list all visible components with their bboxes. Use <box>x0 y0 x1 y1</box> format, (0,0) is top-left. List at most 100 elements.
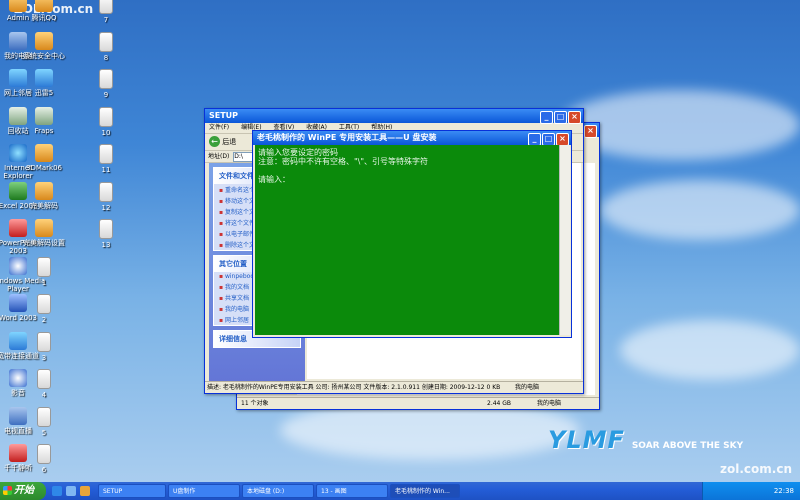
desktop-icon[interactable]: 系统安全中心 <box>16 31 72 60</box>
desktop-icon-label: 2 <box>41 316 47 324</box>
address-label: 地址(D) <box>208 153 230 160</box>
document-icon <box>37 331 51 352</box>
desktop-icon[interactable]: 6 <box>16 444 72 474</box>
maximize-icon[interactable]: □ <box>554 111 567 124</box>
status-location: 我的电脑 <box>537 400 562 407</box>
desktop-icon[interactable]: 3DMark06 <box>16 144 72 172</box>
desktop-icon[interactable]: 完美解码设置 <box>16 219 72 247</box>
desktop-icon-label: 4 <box>41 391 47 399</box>
desktop-icon[interactable]: 2 <box>16 294 72 324</box>
desktop-quicklaunch-icon[interactable] <box>66 486 76 496</box>
desktop-icon[interactable]: Fraps <box>16 106 72 135</box>
desktop-icon-label: 迅雷5 <box>34 89 54 97</box>
explorer-titlebar[interactable]: SETUP _ □ × <box>205 109 583 124</box>
clock[interactable]: 22:38 <box>774 487 794 495</box>
player-icon <box>35 181 53 200</box>
shield-icon <box>35 31 53 50</box>
window-title: SETUP <box>209 111 239 120</box>
ylmf-logo: YLMF SOAR ABOVE THE SKY <box>548 426 743 454</box>
console-prompt: 请输入： <box>258 175 290 184</box>
document-icon <box>37 369 51 389</box>
file-description: 描述: 老毛桃制作的WinPE专用安装工具 公司: 扬州某公司 文件版本: 2.… <box>207 384 501 391</box>
close-icon[interactable]: × <box>584 125 597 138</box>
desktop-icon[interactable]: 9 <box>78 69 134 99</box>
desktop-icon-label: 8 <box>103 53 109 62</box>
desktop-icon-label: 13 <box>101 241 111 249</box>
desktop-icon-label: 5 <box>41 428 47 437</box>
media-quicklaunch-icon[interactable] <box>80 486 90 496</box>
desktop-icon[interactable]: 1 <box>16 256 72 287</box>
settings-icon <box>35 219 53 237</box>
close-icon[interactable]: × <box>568 111 581 124</box>
desktop: ZOL.com.cn Admin 腾讯QQ 7 我的电脑 系统安全中心 8 网上邻居 迅雷5 9… <box>0 0 800 482</box>
document-icon <box>99 219 113 239</box>
desktop-icon[interactable]: 3 <box>16 331 72 362</box>
desktop-icon-label: 3DMark06 <box>25 164 62 172</box>
desktop-icon-label: 11 <box>101 166 111 174</box>
fraps-icon <box>35 106 53 125</box>
desktop-icon-label: 9 <box>103 91 109 99</box>
desktop-icon-label: 7 <box>103 16 109 24</box>
explorer-statusbar: 描述: 老毛桃制作的WinPE专用安装工具 公司: 扬州某公司 文件版本: 2.… <box>205 381 583 393</box>
desktop-icon[interactable]: 4 <box>16 369 72 399</box>
start-button[interactable]: 开始 <box>0 482 46 500</box>
desktop-icon-label: 3 <box>41 353 47 362</box>
desktop-icon[interactable]: 完美解码 <box>16 181 72 210</box>
minimize-icon[interactable]: _ <box>540 111 553 124</box>
desktop-icon-label: 系统安全中心 <box>23 51 65 60</box>
console-window[interactable]: 老毛桃制作的 WinPE 专用安装工具——U 盘安装 _ □ × 请输入您要设定的密… <box>252 130 572 338</box>
system-tray: 22:38 <box>702 482 800 500</box>
document-icon <box>99 0 113 14</box>
document-icon <box>37 294 51 314</box>
disk-size: 2.44 GB <box>487 400 512 407</box>
document-icon <box>99 181 113 202</box>
document-icon <box>99 144 113 164</box>
task-local-disk[interactable]: 本地磁盘 (D:) <box>242 484 314 498</box>
desktop-icon[interactable]: 10 <box>78 106 134 137</box>
desktop-icon[interactable]: 12 <box>78 181 134 212</box>
task-paint[interactable]: 13 - 画图 <box>316 484 388 498</box>
document-icon <box>99 31 113 52</box>
desktop-icon[interactable]: 5 <box>16 406 72 437</box>
console-scrollbar[interactable] <box>559 145 570 335</box>
task-console[interactable]: 老毛桃制作的 Win... <box>390 484 460 498</box>
3dmark-icon <box>35 144 53 162</box>
desktop-icon[interactable]: 13 <box>78 219 134 249</box>
console-title: 老毛桃制作的 WinPE 专用安装工具——U 盘安装 <box>257 133 437 142</box>
desktop-icon-label: Fraps <box>34 126 54 135</box>
logo-text: YLMF <box>548 426 625 454</box>
desktop-icon-label: 6 <box>41 466 47 474</box>
task-setup[interactable]: SETUP <box>98 484 166 498</box>
document-icon <box>37 406 51 427</box>
console-titlebar[interactable]: 老毛桃制作的 WinPE 专用安装工具——U 盘安装 _ □ × <box>253 131 571 146</box>
desktop-icon-label: 完美解码设置 <box>23 239 65 247</box>
document-icon <box>99 106 113 127</box>
back-button[interactable]: ← 后退 <box>209 136 236 148</box>
desktop-icon[interactable]: 8 <box>78 31 134 62</box>
console-line: 请输入您要设定的密码 <box>258 148 338 157</box>
console-line: 注意：密码中不许有空格、"\"、引号等特殊字符 <box>258 157 429 166</box>
desktop-icon[interactable]: 迅雷5 <box>16 69 72 97</box>
object-count: 11 个对象 <box>241 400 269 407</box>
document-icon <box>99 69 113 89</box>
status-location: 我的电脑 <box>515 384 540 391</box>
menu-file[interactable]: 文件(F) <box>209 124 229 131</box>
ie-quicklaunch-icon[interactable] <box>52 486 62 496</box>
desktop-icon[interactable]: 11 <box>78 144 134 174</box>
back-label: 后退 <box>222 138 237 146</box>
document-icon <box>37 256 51 277</box>
desktop-icon[interactable]: 7 <box>78 0 134 24</box>
document-icon <box>37 444 51 464</box>
task-udisk[interactable]: U盘制作 <box>168 484 240 498</box>
console-output[interactable]: 请输入您要设定的密码 注意：密码中不许有空格、"\"、引号等特殊字符 请输入： <box>255 145 559 335</box>
desktop-icon-label: 1 <box>41 278 47 287</box>
desktop-icon[interactable]: 腾讯QQ <box>16 0 72 22</box>
cloud <box>620 320 800 380</box>
thunder-icon <box>35 69 53 87</box>
taskbar: 开始 SETUP U盘制作 本地磁盘 (D:) 13 - 画图 老毛桃制作的 W… <box>0 482 800 500</box>
back-statusbar: 11 个对象 2.44 GB 我的电脑 <box>237 397 599 409</box>
desktop-icon-label: 腾讯QQ <box>31 14 57 22</box>
slogan: SOAR ABOVE THE SKY <box>631 441 744 451</box>
desktop-icon-label: 10 <box>101 128 111 137</box>
